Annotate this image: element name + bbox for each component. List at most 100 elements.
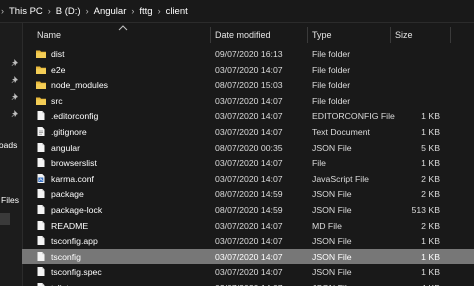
breadcrumb-this-pc[interactable]: This PC — [9, 6, 43, 17]
chevron-right-icon[interactable]: › — [1, 6, 4, 16]
file-name: tsconfig — [51, 251, 81, 262]
file-type: JSON File — [312, 267, 352, 278]
breadcrumb-angular[interactable]: Angular — [94, 6, 127, 17]
file-name: .gitignore — [51, 126, 87, 137]
column-size[interactable]: Size — [395, 30, 413, 40]
text-file-icon — [37, 126, 45, 136]
file-name: node_modules — [51, 80, 108, 91]
file-size: 513 KB — [411, 204, 441, 215]
date-modified: 03/07/2020 14:07 — [215, 251, 283, 262]
file-name: tsconfig.app — [51, 236, 98, 247]
file-icon — [37, 142, 45, 152]
address-bar[interactable]: › This PC › B (D:) › Angular › fttg › cl… — [0, 0, 474, 23]
sort-caret-up-icon — [118, 25, 128, 31]
table-row[interactable]: tsconfig.spec 03/07/2020 14:07 JSON File 1 … — [22, 264, 474, 280]
chevron-right-icon[interactable]: › — [86, 6, 89, 16]
file-name: package-lock — [51, 204, 103, 215]
table-row[interactable]: node_modules 08/07/2020 15:03 File folder — [22, 77, 474, 93]
column-name[interactable]: Name — [37, 30, 61, 40]
date-modified: 08/07/2020 14:59 — [215, 189, 283, 200]
column-divider[interactable] — [450, 27, 451, 43]
file-type: JSON File — [312, 189, 352, 200]
column-divider[interactable] — [210, 27, 211, 43]
file-type: File folder — [312, 95, 351, 106]
file-icon — [37, 251, 45, 261]
column-type[interactable]: Type — [312, 30, 332, 40]
chevron-right-icon[interactable]: › — [48, 6, 51, 16]
table-row[interactable]: karma.conf 03/07/2020 14:07 JavaScript Fil… — [22, 171, 474, 187]
table-row[interactable]: e2e 03/07/2020 14:07 File folder — [22, 62, 474, 78]
column-divider[interactable] — [390, 27, 391, 43]
file-icon — [37, 267, 45, 277]
file-name: README — [51, 220, 89, 231]
table-row[interactable]: src 03/07/2020 14:07 File folder — [22, 93, 474, 109]
pin-icon[interactable] — [11, 59, 19, 67]
table-row[interactable]: package-lock 08/07/2020 14:59 JSON File 513… — [22, 202, 474, 218]
file-size: 1 KB — [421, 126, 440, 137]
nav-item-downloads[interactable]: loads — [0, 140, 17, 150]
file-icon — [37, 158, 45, 168]
table-row[interactable]: tsconfig.app 03/07/2020 14:07 JSON File 1 K… — [22, 233, 474, 249]
file-name: src — [51, 95, 63, 106]
folder-icon — [36, 97, 46, 105]
table-row[interactable]: package 08/07/2020 14:59 JSON File 2 KB — [22, 186, 474, 202]
table-row[interactable]: dist 09/07/2020 16:13 File folder — [22, 46, 474, 62]
date-modified: 03/07/2020 14:07 — [215, 111, 283, 122]
file-explorer-window: › This PC › B (D:) › Angular › fttg › cl… — [0, 0, 474, 286]
file-type: JavaScript File — [312, 173, 369, 184]
table-row[interactable]: browserslist 03/07/2020 14:07 File 1 KB — [22, 155, 474, 171]
file-icon — [37, 220, 45, 230]
file-icon — [37, 111, 45, 121]
file-name: karma.conf — [51, 173, 94, 184]
folder-icon — [36, 50, 46, 58]
date-modified: 03/07/2020 14:07 — [215, 267, 283, 278]
date-modified: 03/07/2020 14:07 — [215, 220, 283, 231]
file-type: JSON File — [312, 204, 352, 215]
file-name: .editorconfig — [51, 111, 99, 122]
file-type: File folder — [312, 64, 351, 75]
date-modified: 08/07/2020 14:59 — [215, 204, 283, 215]
file-type: EDITORCONFIG File — [312, 111, 395, 122]
column-divider[interactable] — [307, 27, 308, 43]
table-row[interactable]: README 03/07/2020 14:07 MD File 2 KB — [22, 218, 474, 234]
nav-item-selected[interactable] — [0, 213, 10, 225]
pin-icon[interactable] — [11, 110, 19, 118]
chevron-right-icon[interactable]: › — [158, 6, 161, 16]
js-file-icon — [37, 173, 45, 183]
date-modified: 03/07/2020 14:07 — [215, 236, 283, 247]
date-modified: 03/07/2020 14:07 — [215, 126, 283, 137]
file-name: package — [51, 189, 84, 200]
file-name: tsconfig.spec — [51, 267, 102, 278]
table-row-selected[interactable]: tsconfig 03/07/2020 14:07 JSON File 1 KB — [22, 248, 474, 265]
date-modified: 03/07/2020 14:07 — [215, 173, 283, 184]
file-name: angular — [51, 142, 80, 153]
file-size: 2 KB — [421, 189, 440, 200]
file-name: e2e — [51, 64, 66, 75]
pin-icon[interactable] — [11, 76, 19, 84]
breadcrumb: › This PC › B (D:) › Angular › fttg › cl… — [0, 4, 188, 18]
breadcrumb-fttg[interactable]: fttg — [139, 6, 152, 17]
chevron-right-icon[interactable]: › — [131, 6, 134, 16]
file-size: 5 KB — [421, 142, 440, 153]
folder-icon — [36, 66, 46, 74]
table-row[interactable]: .editorconfig 03/07/2020 14:07 EDITORCONFI… — [22, 108, 474, 124]
date-modified: 08/07/2020 00:35 — [215, 142, 283, 153]
file-type: File folder — [312, 80, 351, 91]
date-modified: 03/07/2020 14:07 — [215, 158, 283, 169]
file-type: JSON File — [312, 251, 352, 262]
file-type: Text Document — [312, 126, 370, 137]
file-name: dist — [51, 49, 65, 59]
table-row[interactable]: .gitignore 03/07/2020 14:07 Text Document 1… — [22, 124, 474, 140]
nav-item-files[interactable]: Files — [1, 195, 19, 205]
file-list: dist 09/07/2020 16:13 File folder e2e 03/07/… — [22, 46, 474, 286]
file-size: 1 KB — [421, 251, 440, 262]
file-name: browserslist — [51, 158, 97, 169]
breadcrumb-client[interactable]: client — [166, 6, 188, 17]
file-size: 1 KB — [421, 158, 440, 169]
pin-icon[interactable] — [11, 93, 19, 101]
table-row[interactable]: tslint03/07/2020 14:07JSON File4 KB — [22, 280, 474, 286]
table-row[interactable]: angular 08/07/2020 00:35 JSON File 5 KB — [22, 140, 474, 156]
file-size: 1 KB — [421, 267, 440, 278]
breadcrumb-drive-b[interactable]: B (D:) — [56, 6, 81, 17]
column-date-modified[interactable]: Date modified — [215, 30, 271, 40]
